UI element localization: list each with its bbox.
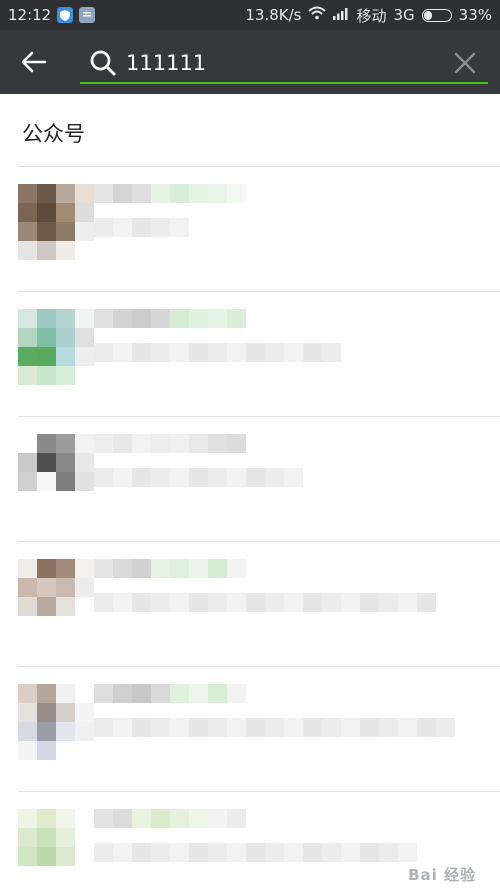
status-right: 13.8K/s 移动 3G 33% xyxy=(245,5,492,26)
account-name xyxy=(94,184,246,203)
search-field[interactable] xyxy=(80,44,488,84)
clear-search-button[interactable] xyxy=(450,48,480,78)
list-item[interactable] xyxy=(0,666,500,790)
search-toolbar xyxy=(0,30,500,94)
status-left: 12:12 xyxy=(8,6,96,24)
battery-level xyxy=(423,10,433,20)
status-bar: 12:12 13.8K/s 移动 3G 33% xyxy=(0,0,500,30)
back-button[interactable] xyxy=(0,30,68,94)
account-description xyxy=(94,343,341,362)
shield-app-icon xyxy=(57,7,74,23)
avatar xyxy=(18,684,94,760)
avatar xyxy=(18,184,94,260)
network-type: 3G xyxy=(393,6,415,24)
signal-icon xyxy=(333,6,349,24)
account-description xyxy=(94,843,417,862)
account-name xyxy=(94,309,246,328)
network-speed: 13.8K/s xyxy=(245,6,302,24)
wifi-icon xyxy=(308,6,327,24)
account-description xyxy=(94,218,189,237)
carrier-name: 移动 xyxy=(356,6,387,25)
notification-app-icon xyxy=(79,7,96,23)
watermark-logo: Bai 经验 xyxy=(408,866,476,884)
search-icon xyxy=(86,46,120,80)
close-icon xyxy=(454,52,476,74)
list-item[interactable] xyxy=(0,541,500,665)
avatar xyxy=(18,559,94,635)
account-description xyxy=(94,468,303,487)
battery-icon xyxy=(421,8,452,22)
account-name xyxy=(94,434,246,453)
account-description xyxy=(94,593,436,612)
list-item[interactable] xyxy=(0,416,500,540)
list-item[interactable] xyxy=(0,291,500,415)
status-time: 12:12 xyxy=(8,6,52,24)
avatar xyxy=(18,809,94,885)
account-name xyxy=(94,684,246,703)
account-name xyxy=(94,809,246,828)
section-title: 公众号 xyxy=(22,122,85,146)
battery-percent: 33% xyxy=(458,6,492,24)
avatar xyxy=(18,309,94,385)
account-name xyxy=(94,559,246,578)
list-item[interactable] xyxy=(0,166,500,290)
avatar xyxy=(18,434,94,510)
account-description xyxy=(94,718,455,737)
back-arrow-icon xyxy=(21,51,47,73)
search-input[interactable] xyxy=(126,51,426,75)
